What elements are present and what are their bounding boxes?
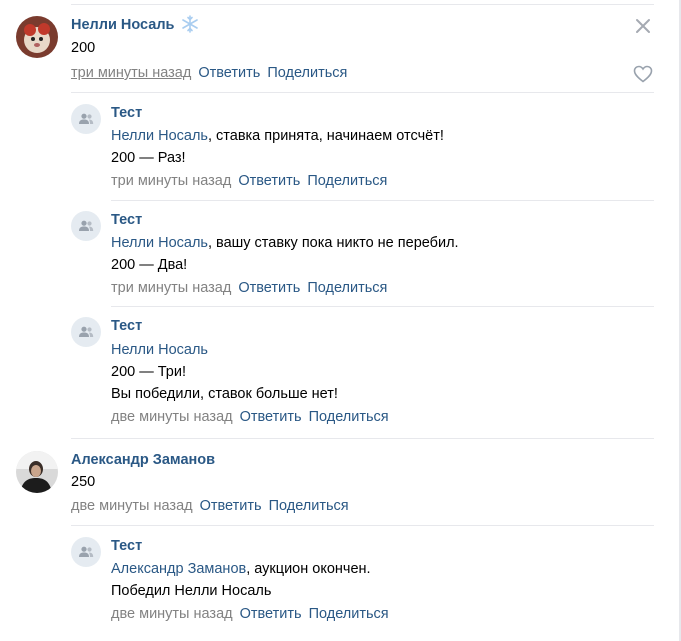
avatar[interactable]: [71, 537, 101, 567]
group-users-icon: [79, 326, 94, 337]
reply-text: , ставка принята, начинаем отсчёт!: [207, 128, 444, 144]
reply-text: , вашу ставку пока никто не перебил.: [207, 235, 459, 251]
reply-button[interactable]: Ответить: [238, 280, 300, 296]
reply-button[interactable]: Ответить: [200, 498, 262, 514]
reply-author[interactable]: Тест: [111, 105, 142, 121]
share-button[interactable]: Поделиться: [269, 498, 349, 514]
mention-link[interactable]: Нелли Носаль: [111, 128, 208, 144]
reply-author[interactable]: Тест: [111, 538, 142, 554]
comment-text: 200: [71, 40, 96, 56]
divider: [71, 438, 654, 439]
snowflake-icon: [182, 15, 198, 33]
reply-meta: три минуты назад Ответить Поделиться: [111, 280, 387, 296]
close-icon[interactable]: [634, 17, 652, 35]
reply-text-line: Нелли Носаль: [111, 341, 208, 359]
divider: [71, 525, 654, 526]
share-button[interactable]: Поделиться: [307, 173, 387, 189]
reply-text: 200 — Раз!: [111, 150, 186, 166]
share-button[interactable]: Поделиться: [267, 65, 347, 81]
reply-text-line: Нелли Носаль, вашу ставку пока никто не …: [111, 234, 459, 252]
comment-author[interactable]: Александр Заманов: [71, 452, 215, 468]
comment-author[interactable]: Нелли Носаль: [71, 17, 174, 33]
reply-text-line: Нелли Носаль, ставка принята, начинаем о…: [111, 127, 444, 145]
comment-time[interactable]: три минуты назад: [71, 65, 191, 81]
divider: [111, 200, 654, 201]
mention-link[interactable]: Нелли Носаль: [111, 342, 208, 358]
reply-meta: две минуты назад Ответить Поделиться: [111, 606, 389, 622]
avatar[interactable]: [71, 317, 101, 347]
avatar[interactable]: [16, 451, 58, 493]
reply-meta: две минуты назад Ответить Поделиться: [111, 409, 389, 425]
reply-button[interactable]: Ответить: [240, 409, 302, 425]
reply-text-line: Александр Заманов, аукцион окончен.: [111, 560, 371, 578]
group-users-icon: [79, 113, 94, 124]
reply-time[interactable]: три минуты назад: [111, 280, 231, 296]
reply-text: 200 — Два!: [111, 257, 188, 273]
group-users-icon: [79, 220, 94, 231]
divider: [71, 92, 654, 93]
divider: [111, 306, 654, 307]
comment-meta: две минуты назад Ответить Поделиться: [71, 498, 349, 514]
reply-meta: три минуты назад Ответить Поделиться: [111, 173, 387, 189]
heart-icon[interactable]: [633, 65, 653, 83]
reply-time[interactable]: две минуты назад: [111, 606, 233, 622]
reply-text: , аукцион окончен.: [246, 561, 371, 577]
divider: [71, 4, 654, 5]
reply-time[interactable]: две минуты назад: [111, 409, 233, 425]
comments-thread: Нелли Носаль 200 три минуты назад Ответит…: [0, 0, 681, 641]
reply-author[interactable]: Тест: [111, 212, 142, 228]
reply-text: 200 — Три!: [111, 364, 186, 380]
reply-text: Вы победили, ставок больше нет!: [111, 386, 338, 402]
reply-text: Победил Нелли Носаль: [111, 583, 272, 599]
avatar[interactable]: [16, 16, 58, 58]
comment-time[interactable]: две минуты назад: [71, 498, 193, 514]
mention-link[interactable]: Александр Заманов: [111, 561, 246, 577]
share-button[interactable]: Поделиться: [309, 409, 389, 425]
reply-button[interactable]: Ответить: [238, 173, 300, 189]
comment-meta: три минуты назад Ответить Поделиться: [71, 65, 347, 81]
share-button[interactable]: Поделиться: [307, 280, 387, 296]
avatar[interactable]: [71, 211, 101, 241]
reply-button[interactable]: Ответить: [240, 606, 302, 622]
reply-author[interactable]: Тест: [111, 318, 142, 334]
mention-link[interactable]: Нелли Носаль: [111, 235, 208, 251]
share-button[interactable]: Поделиться: [309, 606, 389, 622]
reply-time[interactable]: три минуты назад: [111, 173, 231, 189]
comment-text: 250: [71, 474, 96, 490]
avatar[interactable]: [71, 104, 101, 134]
group-users-icon: [79, 546, 94, 557]
reply-button[interactable]: Ответить: [198, 65, 260, 81]
